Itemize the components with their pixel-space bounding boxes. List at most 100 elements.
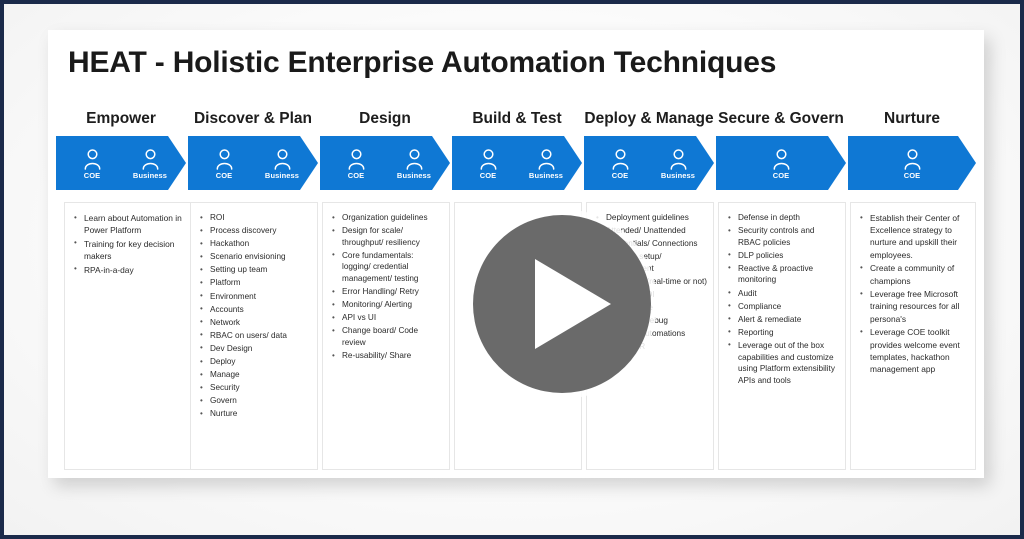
list-item: Platform — [200, 277, 311, 289]
person-icon — [274, 149, 291, 170]
persona-empower-business: Business — [121, 149, 179, 180]
list-item: Organization guidelines — [332, 212, 443, 224]
stage-title-deploy-and-manage: Deploy & Manage — [584, 110, 714, 127]
person-icon — [142, 149, 159, 170]
persona-label: COE — [772, 170, 790, 180]
list-item: API vs UI — [332, 312, 443, 324]
persona-label: Business — [660, 170, 696, 180]
persona-label: COE — [347, 170, 365, 180]
persona-label: COE — [479, 170, 497, 180]
list-item: Defense in depth — [728, 212, 839, 224]
persona-label: COE — [215, 170, 233, 180]
person-icon — [773, 149, 790, 170]
person-icon — [406, 149, 423, 170]
list-item: Network — [200, 316, 311, 329]
play-triangle-icon — [535, 259, 611, 349]
persona-design-coe: COE — [327, 149, 385, 180]
list-item: Monitoring/ Alerting — [332, 299, 443, 311]
stage-column-discover-and-plan: Discover & Plan COE Business ROIProcess dis… — [188, 110, 318, 470]
list-item: Deployment guidelines — [596, 212, 707, 224]
list-item: Attended/ Unattended — [596, 225, 707, 237]
stage-chevron-nurture: COE — [848, 136, 976, 190]
list-item: Core fundamentals: logging/ credential m… — [332, 249, 443, 285]
list-item: Reactive & proactive monitoring — [728, 262, 839, 286]
persona-label: COE — [611, 170, 629, 180]
list-item: RPA-in-a-day — [74, 263, 185, 276]
person-icon — [904, 149, 921, 170]
list-item: Process discovery — [200, 225, 311, 237]
list-item: Manage — [200, 369, 311, 381]
list-item: Training for key decision makers — [74, 237, 185, 262]
stage-title-discover-and-plan: Discover & Plan — [193, 110, 313, 127]
persona-label: Business — [396, 170, 432, 180]
persona-discover-and-plan-business: Business — [253, 149, 311, 180]
list-item: Re-usability/ Share — [332, 350, 443, 362]
persona-label: COE — [903, 170, 921, 180]
stage-chevron-build-and-test: COE Business — [452, 136, 582, 190]
list-item: Environment — [200, 290, 311, 303]
stage-panel-secure-and-govern: Defense in depthSecurity controls and RB… — [718, 202, 846, 470]
stage-chevron-discover-and-plan: COE Business — [188, 136, 318, 190]
stage-title-design: Design — [359, 110, 411, 127]
stage-chevron-secure-and-govern: COE — [716, 136, 846, 190]
list-item: Learn about Automation in Power Platform — [74, 211, 185, 236]
person-icon — [538, 149, 555, 170]
persona-empower-coe: COE — [63, 149, 121, 180]
screenshot-viewport: HEAT - Holistic Enterprise Automation Te… — [0, 0, 1024, 539]
list-item: Error Handling/ Retry — [332, 286, 443, 298]
stage-title-empower: Empower — [86, 110, 156, 127]
stage-panel-design: Organization guidelinesDesign for scale/… — [322, 202, 450, 470]
list-item: Hackathon — [200, 238, 311, 250]
bullet-list: ROIProcess discoveryHackathonScenario en… — [197, 212, 311, 420]
list-item: RBAC on users/ data — [200, 329, 311, 342]
list-item: Nurture — [200, 408, 311, 420]
stage-panel-nurture: Establish their Center of Excellence str… — [850, 202, 976, 470]
persona-label: Business — [264, 170, 300, 180]
person-icon — [216, 149, 233, 170]
person-icon — [670, 149, 687, 170]
list-item: Establish their Center of Excellence str… — [860, 212, 969, 261]
persona-nurture-coe: COE — [883, 149, 941, 180]
bullet-list: Establish their Center of Excellence str… — [857, 212, 969, 375]
persona-secure-and-govern-coe: COE — [752, 149, 810, 180]
page-title: HEAT - Holistic Enterprise Automation Te… — [68, 46, 777, 79]
list-item: Dev Design — [200, 342, 311, 355]
stage-title-secure-and-govern: Secure & Govern — [718, 110, 844, 127]
person-icon — [84, 149, 101, 170]
bullet-list: Defense in depthSecurity controls and RB… — [725, 212, 839, 386]
person-icon — [612, 149, 629, 170]
list-item: Leverage free Microsoft training resourc… — [860, 288, 969, 325]
list-item: Deploy — [200, 356, 311, 368]
stage-chevron-empower: COE Business — [56, 136, 186, 190]
list-item: Govern — [200, 395, 311, 407]
persona-deploy-and-manage-coe: COE — [591, 149, 649, 180]
persona-label: Business — [528, 170, 564, 180]
list-item: Leverage out of the box capabilities and… — [728, 339, 839, 386]
list-item: Create a community of champions — [860, 262, 969, 286]
play-button[interactable] — [473, 215, 651, 393]
persona-design-business: Business — [385, 149, 443, 180]
bullet-list: Learn about Automation in Power Platform… — [71, 211, 185, 276]
persona-deploy-and-manage-business: Business — [649, 149, 707, 180]
list-item: Design for scale/ throughput/ resiliency — [332, 225, 443, 248]
list-item: Scenario envisioning — [200, 251, 311, 263]
list-item: Security controls and RBAC policies — [728, 225, 839, 248]
list-item: Setting up team — [200, 264, 311, 276]
stage-column-empower: Empower COE Business Learn about Automation… — [56, 110, 192, 470]
bullet-list: Organization guidelinesDesign for scale/… — [329, 212, 443, 362]
stage-column-secure-and-govern: Secure & Govern COE Defense in depthSecuri… — [716, 110, 846, 470]
list-item: Change board/ Code review — [332, 325, 443, 348]
stage-panel-discover-and-plan: ROIProcess discoveryHackathonScenario en… — [190, 202, 318, 470]
stage-panel-empower: Learn about Automation in Power Platform… — [64, 202, 192, 470]
list-item: Audit — [728, 287, 839, 300]
list-item: Accounts — [200, 303, 311, 316]
list-item: Leverage COE toolkit provides welcome ev… — [860, 326, 969, 375]
list-item: DLP policies — [728, 249, 839, 262]
slide-card: HEAT - Holistic Enterprise Automation Te… — [48, 30, 984, 478]
list-item: Compliance — [728, 300, 839, 313]
stage-chevron-design: COE Business — [320, 136, 450, 190]
persona-build-and-test-business: Business — [517, 149, 575, 180]
stage-title-build-and-test: Build & Test — [472, 110, 562, 127]
list-item: Alert & remediate — [728, 313, 839, 326]
persona-discover-and-plan-coe: COE — [195, 149, 253, 180]
